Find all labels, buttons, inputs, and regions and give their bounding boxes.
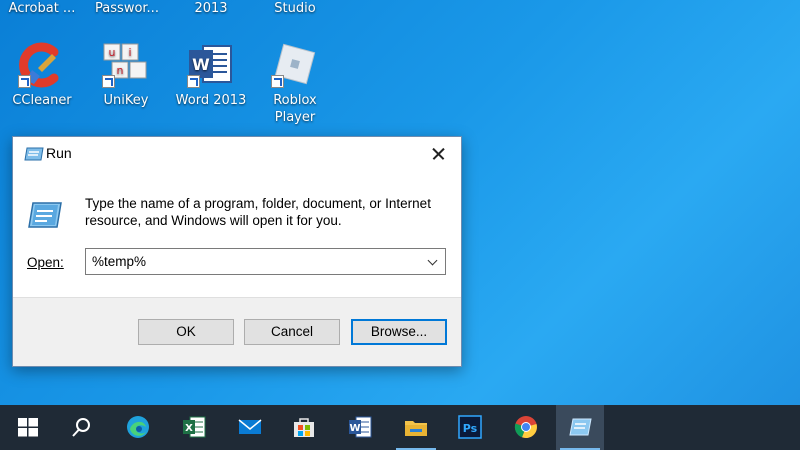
taskbar-mail[interactable] xyxy=(226,405,274,450)
desktop-icon-label: 2013 xyxy=(194,1,228,16)
run-icon xyxy=(27,201,63,229)
edge-icon xyxy=(126,415,150,439)
taskbar-edge[interactable] xyxy=(114,405,162,450)
chevron-down-icon[interactable] xyxy=(429,257,437,265)
desktop-icon-acrobat[interactable]: Acrobat ... xyxy=(2,0,82,17)
taskbar-word[interactable]: W xyxy=(336,405,384,450)
start-icon xyxy=(16,415,40,439)
title-bar[interactable]: Run xyxy=(13,137,461,171)
search-icon xyxy=(70,415,94,439)
svg-text:X: X xyxy=(185,423,193,434)
taskbar-chrome[interactable] xyxy=(502,405,550,450)
svg-text:i: i xyxy=(128,46,131,59)
open-label: Open: xyxy=(27,255,64,270)
taskbar: X W Ps xyxy=(0,405,800,450)
desktop-icon-label: Acrobat ... xyxy=(8,1,76,16)
start-button[interactable] xyxy=(4,405,52,450)
browse-button[interactable]: Browse... xyxy=(351,319,447,345)
svg-text:n: n xyxy=(117,64,124,77)
svg-text:W: W xyxy=(349,423,360,434)
svg-text:Ps: Ps xyxy=(463,422,478,435)
chrome-icon xyxy=(514,415,538,439)
desktop-icon-label: Word 2013 xyxy=(175,93,247,108)
desktop-icon-password[interactable]: Passwor... xyxy=(87,0,167,17)
desktop-icon-2013[interactable]: 2013 xyxy=(171,0,251,17)
unikey-icon: u i n xyxy=(102,40,150,88)
taskbar-file-explorer[interactable] xyxy=(392,405,440,450)
word-icon: W xyxy=(187,40,235,88)
roblox-icon xyxy=(271,40,319,88)
desktop-icon-label: Passwor... xyxy=(95,1,159,16)
shortcut-arrow-icon xyxy=(18,75,31,88)
taskbar-run[interactable] xyxy=(556,405,604,450)
store-icon xyxy=(292,415,316,439)
search-button[interactable] xyxy=(58,405,106,450)
close-button[interactable] xyxy=(415,137,461,171)
excel-icon: X xyxy=(182,415,206,439)
taskbar-store[interactable] xyxy=(280,405,328,450)
desktop-icon-unikey[interactable]: u i n UniKey xyxy=(86,40,166,109)
open-combobox[interactable] xyxy=(85,248,446,275)
desktop-icon-label: CCleaner xyxy=(12,93,72,108)
desktop-icon-label: Roblox Player xyxy=(273,93,317,125)
desktop-icon-roblox[interactable]: Roblox Player xyxy=(255,40,335,126)
open-input[interactable] xyxy=(86,249,422,274)
taskbar-excel[interactable]: X xyxy=(170,405,218,450)
mail-icon xyxy=(238,415,262,439)
svg-text:u: u xyxy=(109,46,116,59)
ccleaner-icon xyxy=(18,40,66,88)
photoshop-icon: Ps xyxy=(458,415,482,439)
run-dialog: Run Type the name of a program, folder, … xyxy=(12,136,462,367)
word-icon: W xyxy=(348,415,372,439)
run-icon xyxy=(568,415,592,439)
dialog-footer: OK Cancel Browse... xyxy=(13,297,461,366)
dialog-message: Type the name of a program, folder, docu… xyxy=(85,196,431,228)
shortcut-arrow-icon xyxy=(187,75,200,88)
file-explorer-icon xyxy=(404,415,428,439)
taskbar-photoshop[interactable]: Ps xyxy=(446,405,494,450)
svg-text:W: W xyxy=(192,55,210,74)
run-icon xyxy=(23,146,45,162)
desktop-icon-studio[interactable]: Studio xyxy=(255,0,335,17)
dialog-title: Run xyxy=(46,145,72,161)
desktop-icon-ccleaner[interactable]: CCleaner xyxy=(2,40,82,109)
desktop-icon-label: UniKey xyxy=(103,93,149,108)
cancel-button[interactable]: Cancel xyxy=(244,319,340,345)
shortcut-arrow-icon xyxy=(102,75,115,88)
desktop-icon-label: Studio xyxy=(274,1,316,16)
shortcut-arrow-icon xyxy=(271,75,284,88)
desktop-icon-word-2013[interactable]: W Word 2013 xyxy=(171,40,251,109)
ok-button[interactable]: OK xyxy=(138,319,234,345)
